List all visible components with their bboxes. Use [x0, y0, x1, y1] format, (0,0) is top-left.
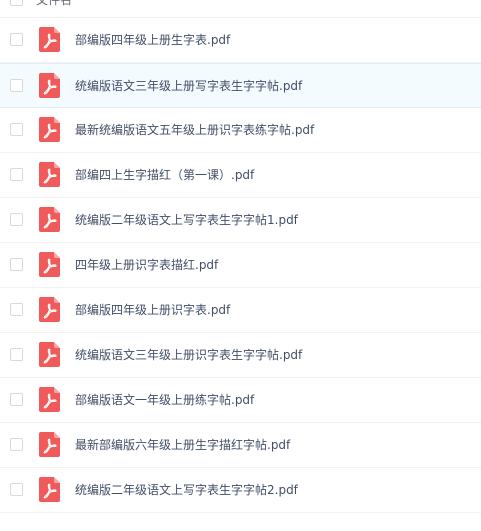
- pdf-icon: [39, 297, 60, 322]
- pdf-icon: [39, 27, 60, 52]
- file-row[interactable]: 四年级上册识字表描红.pdf: [0, 243, 481, 288]
- file-row[interactable]: 部编版语文一年级上册练字帖.pdf: [0, 378, 481, 423]
- file-name-link[interactable]: 部编四上生字描红（第一课）.pdf: [75, 166, 254, 183]
- file-checkbox[interactable]: [10, 123, 23, 136]
- file-list-header: 文件名: [0, 0, 481, 18]
- file-list: 文件名 部编版四年级上册生字表.pdf 统编版语文三年级上册写字表生字字帖.pd…: [0, 0, 481, 513]
- file-name-link[interactable]: 四年级上册识字表描红.pdf: [75, 256, 218, 273]
- filename-column-header[interactable]: 文件名: [36, 0, 72, 8]
- file-name-link[interactable]: 最新统编版语文五年级上册识字表练字帖.pdf: [75, 121, 314, 138]
- file-row[interactable]: 统编版语文三年级上册写字表生字字帖.pdf: [0, 63, 481, 108]
- pdf-icon: [39, 252, 60, 277]
- file-row[interactable]: 统编版语文三年级上册识字表生字字帖.pdf: [0, 333, 481, 378]
- file-checkbox[interactable]: [10, 79, 23, 92]
- file-checkbox[interactable]: [10, 303, 23, 316]
- pdf-icon: [39, 387, 60, 412]
- file-name-link[interactable]: 统编版二年级语文上写字表生字字帖2.pdf: [75, 481, 298, 498]
- file-checkbox[interactable]: [10, 438, 23, 451]
- pdf-icon: [39, 207, 60, 232]
- file-name-link[interactable]: 统编版语文三年级上册识字表生字字帖.pdf: [75, 346, 302, 363]
- file-name-link[interactable]: 最新部编版六年级上册生字描红字帖.pdf: [75, 436, 290, 453]
- file-name-link[interactable]: 统编版二年级语文上写字表生字字帖1.pdf: [75, 211, 298, 228]
- file-name-link[interactable]: 部编版四年级上册生字表.pdf: [75, 31, 230, 48]
- pdf-icon: [39, 117, 60, 142]
- file-name-link[interactable]: 统编版语文三年级上册写字表生字字帖.pdf: [75, 77, 302, 94]
- file-checkbox[interactable]: [10, 33, 23, 46]
- pdf-icon: [39, 162, 60, 187]
- file-checkbox[interactable]: [10, 393, 23, 406]
- file-row[interactable]: 最新部编版六年级上册生字描红字帖.pdf: [0, 423, 481, 468]
- file-checkbox[interactable]: [10, 483, 23, 496]
- file-row[interactable]: 统编版二年级语文上写字表生字字帖1.pdf: [0, 198, 481, 243]
- file-name-link[interactable]: 部编版四年级上册识字表.pdf: [75, 301, 230, 318]
- file-checkbox[interactable]: [10, 258, 23, 271]
- pdf-icon: [39, 432, 60, 457]
- file-row[interactable]: 最新统编版语文五年级上册识字表练字帖.pdf: [0, 108, 481, 153]
- file-row[interactable]: 统编版二年级语文上写字表生字字帖2.pdf: [0, 468, 481, 513]
- file-checkbox[interactable]: [10, 213, 23, 226]
- pdf-icon: [39, 73, 60, 98]
- pdf-icon: [39, 477, 60, 502]
- file-row[interactable]: 部编四上生字描红（第一课）.pdf: [0, 153, 481, 198]
- select-all-checkbox[interactable]: [10, 0, 23, 6]
- file-row[interactable]: 部编版四年级上册识字表.pdf: [0, 288, 481, 333]
- file-checkbox[interactable]: [10, 348, 23, 361]
- file-checkbox[interactable]: [10, 168, 23, 181]
- file-row[interactable]: 部编版四年级上册生字表.pdf: [0, 18, 481, 63]
- file-name-link[interactable]: 部编版语文一年级上册练字帖.pdf: [75, 391, 254, 408]
- pdf-icon: [39, 342, 60, 367]
